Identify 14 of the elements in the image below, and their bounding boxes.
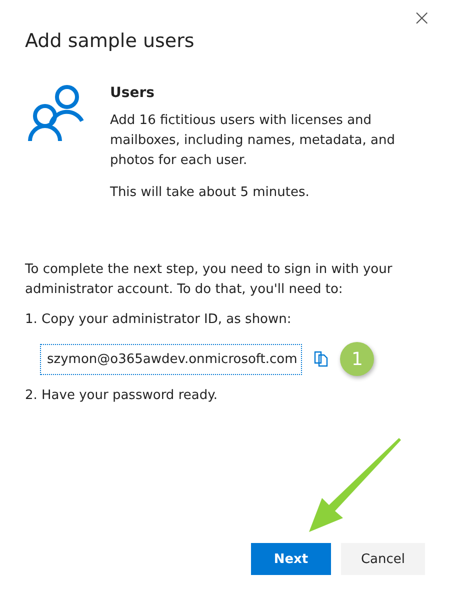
section-heading: Users [110,84,156,103]
users-icon [28,83,84,143]
admin-id-field[interactable]: szymon@o365awdev.onmicrosoft.com [40,344,302,374]
cancel-button[interactable]: Cancel [341,543,425,575]
close-button[interactable]: × [408,6,435,31]
next-button[interactable]: Next [251,543,331,575]
step-text: 2. Have your password ready. [25,387,219,405]
copy-icon[interactable] [314,351,328,367]
instructions-text: To complete the next step, you need to sign in with your administrator account. To do that, you'll need to: [25,261,394,299]
section-description: Add 16 fictitious users with licenses and mailboxes, including names, metadata, and photos for each user. [110,112,396,170]
dialog-title: Add sample users [25,29,196,54]
duration-note: This will take about 5 minutes. [110,184,310,202]
step-badge: 1 [340,342,374,376]
step-text: 1. Copy your administrator ID, as shown: [25,311,292,329]
